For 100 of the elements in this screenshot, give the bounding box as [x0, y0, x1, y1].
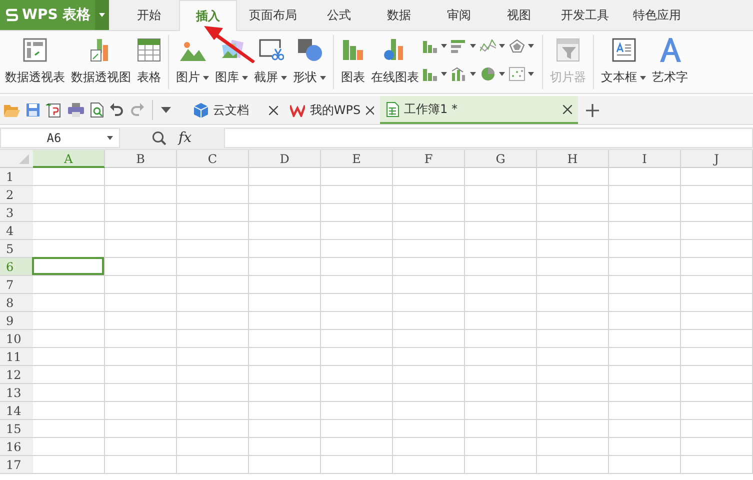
- caret-icon: [470, 72, 476, 76]
- caret-icon: [528, 44, 534, 48]
- caret-icon: [107, 136, 113, 140]
- menu-tab[interactable]: 页面布局: [237, 0, 309, 31]
- row-header[interactable]: 1: [0, 168, 33, 186]
- undo-icon[interactable]: [110, 103, 124, 117]
- row-header[interactable]: 4: [0, 222, 33, 240]
- chart-icon: [480, 39, 496, 53]
- row-header[interactable]: 12: [0, 366, 33, 384]
- caret-icon[interactable]: [161, 107, 171, 113]
- row-header[interactable]: 14: [0, 402, 33, 420]
- spreadsheet-icon: [386, 102, 399, 116]
- cube-icon: [194, 102, 208, 118]
- open-folder-icon[interactable]: [4, 103, 20, 117]
- image-icon: [180, 39, 206, 61]
- ribbon-button[interactable]: 图表: [338, 31, 368, 86]
- app-name: WPS 表格: [22, 6, 91, 24]
- ribbon-button[interactable]: 形状: [290, 31, 329, 86]
- app-menu-dropdown[interactable]: [95, 0, 109, 30]
- bar-chart-icon: [341, 38, 365, 62]
- chart-icon: [509, 39, 525, 53]
- column-header[interactable]: J: [681, 150, 753, 168]
- menu-tab[interactable]: 数据: [369, 0, 429, 31]
- document-tab[interactable]: 工作簿1 *: [380, 96, 578, 124]
- row-header[interactable]: 15: [0, 420, 33, 438]
- save-icon[interactable]: [26, 103, 40, 117]
- row-header[interactable]: 17: [0, 456, 33, 474]
- document-tab[interactable]: 云文档: [188, 96, 284, 124]
- chart-icon: [480, 67, 496, 81]
- row-header[interactable]: 5: [0, 240, 33, 258]
- chart-icon: [422, 39, 438, 53]
- ribbon-button[interactable]: 图片: [173, 31, 212, 86]
- formula-input[interactable]: [224, 128, 753, 148]
- w-logo-icon: [290, 104, 305, 116]
- close-icon[interactable]: [563, 104, 572, 114]
- row-header[interactable]: 2: [0, 186, 33, 204]
- caret-icon: [242, 76, 248, 80]
- ribbon-button[interactable]: 截屏: [251, 31, 290, 86]
- zoom-icon[interactable]: [152, 131, 166, 145]
- row-header[interactable]: 3: [0, 204, 33, 222]
- chart-icon: [451, 67, 467, 81]
- row-header[interactable]: 16: [0, 438, 33, 456]
- row-header[interactable]: 10: [0, 330, 33, 348]
- redo-icon[interactable]: [130, 103, 144, 117]
- menu-tab[interactable]: 审阅: [429, 0, 489, 31]
- column-header[interactable]: I: [609, 150, 681, 168]
- column-header[interactable]: D: [249, 150, 321, 168]
- menu-tab[interactable]: 插入: [179, 0, 237, 31]
- caret-icon: [203, 76, 209, 80]
- ribbon-button[interactable]: 艺术字: [649, 31, 691, 86]
- caret-icon: [499, 72, 505, 76]
- menu-tab[interactable]: 特色应用: [621, 0, 693, 31]
- chart-icon: [509, 67, 525, 81]
- caret-icon: [499, 44, 505, 48]
- text-box-icon: [612, 38, 636, 62]
- new-tab-icon[interactable]: [586, 104, 599, 116]
- column-header[interactable]: H: [537, 150, 609, 168]
- word-art-icon: [658, 37, 682, 63]
- slicer-icon: [556, 38, 580, 62]
- export-pdf-icon[interactable]: [46, 102, 62, 118]
- row-header[interactable]: 13: [0, 384, 33, 402]
- close-icon[interactable]: [366, 106, 374, 114]
- column-header[interactable]: F: [393, 150, 465, 168]
- close-icon[interactable]: [269, 106, 278, 114]
- row-header[interactable]: 7: [0, 276, 33, 294]
- ribbon-button[interactable]: 在线图表: [368, 31, 422, 86]
- ribbon-button[interactable]: 数据透视表: [2, 31, 68, 86]
- row-header[interactable]: 11: [0, 348, 33, 366]
- document-tab[interactable]: 我的WPS: [284, 96, 380, 124]
- screenshot-icon: [258, 38, 284, 62]
- row-header[interactable]: 8: [0, 294, 33, 312]
- column-header[interactable]: E: [321, 150, 393, 168]
- caret-icon: [441, 44, 447, 48]
- column-header[interactable]: B: [105, 150, 177, 168]
- ribbon-button[interactable]: 文本框: [598, 31, 649, 86]
- function-label[interactable]: fx: [178, 130, 192, 146]
- caret-icon: [320, 76, 326, 80]
- caret-icon: [441, 72, 447, 76]
- tab-title: 我的WPS: [310, 102, 361, 118]
- print-icon[interactable]: [68, 103, 84, 117]
- ribbon-button[interactable]: 数据透视图: [68, 31, 134, 86]
- name-box[interactable]: A6: [0, 128, 120, 148]
- ribbon-button[interactable]: 表格: [134, 31, 164, 86]
- chart-icon: [422, 67, 438, 81]
- column-header[interactable]: G: [465, 150, 537, 168]
- menu-tab[interactable]: 开始: [119, 0, 179, 31]
- caret-icon: [99, 13, 105, 17]
- menu-tab[interactable]: 开发工具: [549, 0, 621, 31]
- caret-icon: [281, 76, 287, 80]
- column-header[interactable]: C: [177, 150, 249, 168]
- tab-title: 云文档: [213, 102, 250, 118]
- caret-icon: [640, 76, 646, 80]
- menu-tab[interactable]: 公式: [309, 0, 369, 31]
- select-all-icon[interactable]: [19, 154, 29, 164]
- caret-icon: [470, 44, 476, 48]
- row-header[interactable]: 9: [0, 312, 33, 330]
- caret-icon: [528, 72, 534, 76]
- shapes-icon: [296, 38, 322, 62]
- menu-tab[interactable]: 视图: [489, 0, 549, 31]
- print-preview-icon[interactable]: [90, 102, 104, 118]
